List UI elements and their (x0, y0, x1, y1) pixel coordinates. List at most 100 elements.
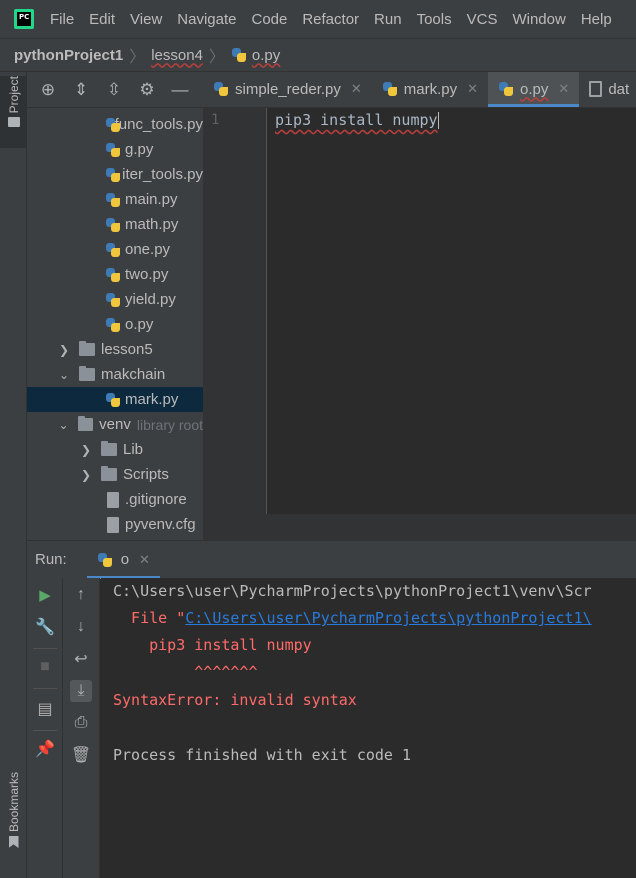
tree-folder-row[interactable]: ❯ Scripts (27, 462, 203, 487)
menu-code[interactable]: Code (251, 11, 287, 28)
tree-file-row[interactable]: one.py (27, 237, 203, 262)
collapse-all-icon[interactable]: ⇳ (103, 79, 125, 101)
tree-item-label: Scripts (123, 466, 169, 483)
menu-view[interactable]: View (130, 11, 162, 28)
locate-icon[interactable]: ⊕ (37, 79, 59, 101)
text-caret (437, 112, 439, 129)
python-file-icon (213, 81, 229, 97)
library-root-hint: library root (136, 416, 203, 433)
close-icon[interactable]: ✕ (467, 81, 478, 97)
rerun-play-icon[interactable]: ▶ (34, 584, 56, 606)
tree-file-row[interactable]: g.py (27, 137, 203, 162)
chevron-down-icon[interactable]: ⌄ (57, 418, 70, 432)
project-panel: ⊕ ⇕ ⇳ ⚙ — func_tools.py g.py iter_tools.… (27, 72, 203, 540)
tree-file-row[interactable]: iter_tools.py (27, 162, 203, 187)
gear-icon[interactable]: ⚙ (136, 79, 158, 101)
python-file-icon (105, 117, 120, 133)
tree-file-row[interactable]: pyvenv.cfg (27, 512, 203, 537)
close-icon[interactable]: ✕ (558, 81, 569, 97)
menu-help[interactable]: Help (581, 11, 612, 28)
console-line: Process finished with exit code 1 (113, 746, 412, 764)
print-icon[interactable]: ⎙ (70, 712, 92, 734)
line-number: 1 (211, 112, 220, 128)
trash-icon[interactable]: 🗑 (70, 744, 92, 766)
toolbar-separator (33, 648, 57, 649)
console-line: C:\Users\user\PycharmProjects\pythonProj… (113, 582, 592, 600)
pin-icon[interactable]: 📌 (34, 738, 56, 760)
tree-item-label: func_tools.py (114, 116, 203, 133)
editor-bottom-bar (203, 514, 636, 540)
menu-navigate[interactable]: Navigate (177, 11, 236, 28)
tab-simple-reder[interactable]: simple_reder.py ✕ (203, 72, 372, 107)
scroll-to-end-icon[interactable]: ⤓ (70, 680, 92, 702)
run-tab-o[interactable]: o ✕ (86, 541, 161, 579)
close-icon[interactable]: ✕ (139, 552, 150, 568)
tree-file-row[interactable]: .gitignore (27, 487, 203, 512)
project-tree: func_tools.py g.py iter_tools.py main.py… (27, 112, 203, 537)
tree-folder-row[interactable]: ❯ lesson5 (27, 337, 203, 362)
tree-file-row[interactable]: main.py (27, 187, 203, 212)
bookmarks-tool-tab[interactable]: Bookmarks (0, 772, 27, 872)
console-line: File "C:\Users\user\PycharmProjects\pyth… (113, 609, 592, 627)
arrow-up-icon[interactable]: ↑ (70, 584, 92, 606)
tree-file-row[interactable]: o.py (27, 312, 203, 337)
menu-edit[interactable]: Edit (89, 11, 115, 28)
menu-file[interactable]: File (50, 11, 74, 28)
tree-file-row[interactable]: math.py (27, 212, 203, 237)
soft-wrap-icon[interactable]: ↩ (70, 648, 92, 670)
chevron-right-icon[interactable]: ❯ (79, 468, 93, 482)
chevron-right-icon[interactable]: ❯ (79, 443, 93, 457)
run-toolbar-primary: ▶ 🔧 ■ ▤ 📌 (27, 578, 63, 878)
traceback-file-link[interactable]: C:\Users\user\PycharmProjects\pythonProj… (185, 609, 591, 627)
pycharm-logo-icon[interactable]: PC (14, 9, 34, 29)
breadcrumb-file[interactable]: o.py (252, 47, 280, 64)
folder-icon (101, 466, 117, 481)
toolbar-separator (33, 688, 57, 689)
tree-folder-row[interactable]: ⌄ makchain (27, 362, 203, 387)
code-editor[interactable]: pip3 install numpy (268, 108, 636, 514)
tree-file-row[interactable]: yield.py (27, 287, 203, 312)
breadcrumb-separator-icon: 〉 (208, 49, 225, 66)
console-line: SyntaxError: invalid syntax (113, 691, 357, 709)
tree-item-label: Lib (123, 441, 144, 458)
breadcrumb-folder[interactable]: lesson4 (151, 47, 203, 64)
wrench-icon[interactable]: 🔧 (34, 616, 56, 638)
tree-file-row[interactable]: two.py (27, 262, 203, 287)
menu-tools[interactable]: Tools (417, 11, 452, 28)
menu-vcs[interactable]: VCS (467, 11, 498, 28)
breadcrumb-project[interactable]: pythonProject1 (14, 47, 123, 64)
bookmark-icon (8, 836, 19, 849)
tree-item-label: makchain (101, 366, 166, 383)
tree-item-label: one.py (125, 241, 171, 258)
minimize-icon[interactable]: — (169, 79, 191, 101)
tree-item-label: mark.py (125, 391, 179, 408)
python-file-icon (382, 81, 398, 97)
python-file-icon (105, 267, 121, 283)
tree-folder-row[interactable]: ❯ Lib (27, 437, 203, 462)
tab-o-active[interactable]: o.py ✕ (488, 72, 580, 107)
tab-dat[interactable]: dat (579, 72, 636, 107)
menu-refactor[interactable]: Refactor (302, 11, 359, 28)
menu-window[interactable]: Window (512, 11, 565, 28)
run-toolbar-secondary: ↑ ↓ ↩ ⤓ ⎙ 🗑 (63, 578, 100, 878)
editor-tab-bar: simple_reder.py ✕ mark.py ✕ o.py ✕ dat (203, 72, 636, 108)
arrow-down-icon[interactable]: ↓ (70, 616, 92, 638)
code-line[interactable]: pip3 install numpy (275, 111, 439, 129)
expand-all-icon[interactable]: ⇕ (70, 79, 92, 101)
menu-run[interactable]: Run (374, 11, 402, 28)
tab-mark[interactable]: mark.py ✕ (372, 72, 488, 107)
project-tool-tab[interactable]: Project (0, 76, 27, 148)
python-file-icon (105, 392, 121, 408)
tree-file-row[interactable]: func_tools.py (27, 112, 203, 137)
tab-label: mark.py (403, 80, 458, 98)
close-icon[interactable]: ✕ (351, 81, 362, 97)
python-file-icon (105, 142, 121, 158)
stop-icon[interactable]: ■ (34, 656, 56, 678)
tree-file-row-selected[interactable]: mark.py (27, 387, 203, 412)
layout-icon[interactable]: ▤ (34, 698, 56, 720)
chevron-right-icon[interactable]: ❯ (57, 343, 71, 357)
folder-icon (79, 366, 95, 381)
tree-folder-row[interactable]: ⌄ venv library root (27, 412, 203, 437)
run-console[interactable]: C:\Users\user\PycharmProjects\pythonProj… (101, 578, 636, 878)
chevron-down-icon[interactable]: ⌄ (57, 368, 71, 382)
